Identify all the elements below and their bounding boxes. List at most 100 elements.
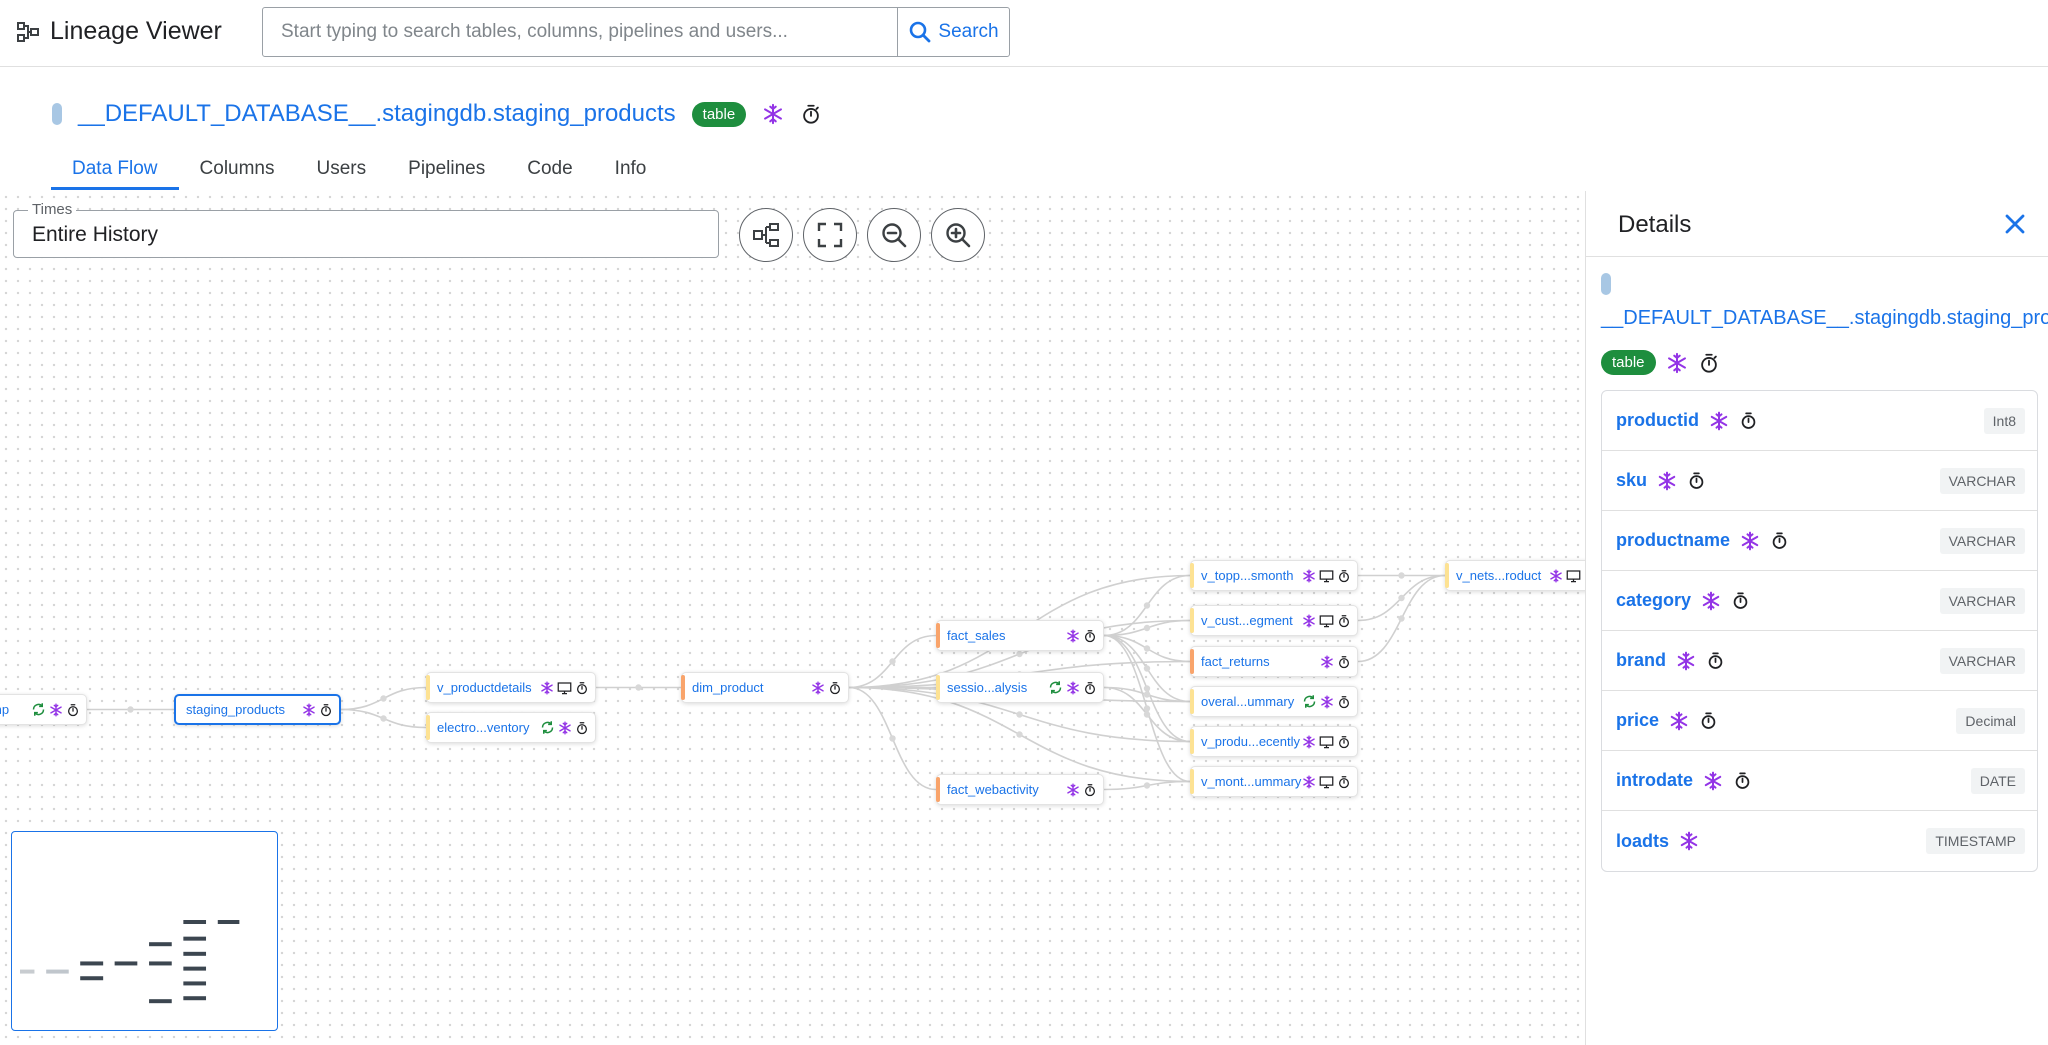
column-row[interactable]: price Decimal bbox=[1602, 691, 2037, 751]
column-name[interactable]: productid bbox=[1616, 410, 1699, 431]
column-icons bbox=[1676, 651, 1940, 671]
graph-node[interactable]: v_nets...roduct bbox=[1445, 560, 1585, 591]
minimap-node bbox=[217, 920, 240, 924]
snowflake-icon bbox=[1550, 568, 1562, 583]
node-accent bbox=[1190, 563, 1194, 588]
column-name[interactable]: category bbox=[1616, 590, 1691, 611]
timer-icon bbox=[67, 703, 79, 716]
graph-node[interactable]: electro...ventory bbox=[426, 712, 596, 743]
column-row[interactable]: category VARCHAR bbox=[1602, 571, 2037, 631]
graph-node[interactable]: overal...ummary bbox=[1190, 686, 1358, 717]
tab-columns[interactable]: Columns bbox=[179, 150, 296, 190]
graph-node[interactable]: sessio...alysis bbox=[936, 672, 1104, 703]
graph-node[interactable]: v_produ...ecently bbox=[1190, 726, 1358, 757]
tab-bar: Data Flow Columns Users Pipelines Code I… bbox=[51, 150, 667, 190]
graph-node[interactable]: v_topp...smonth bbox=[1190, 560, 1358, 591]
graph-node[interactable]: staging_products bbox=[174, 694, 341, 725]
search-input[interactable] bbox=[263, 8, 897, 56]
column-name[interactable]: loadts bbox=[1616, 831, 1669, 852]
node-accent bbox=[1190, 649, 1194, 674]
node-label: dim_product bbox=[692, 680, 764, 695]
node-label: v_nets...roduct bbox=[1456, 568, 1542, 583]
layout-button[interactable] bbox=[739, 208, 793, 262]
node-accent bbox=[1190, 729, 1194, 754]
column-name[interactable]: introdate bbox=[1616, 770, 1693, 791]
edge-dot bbox=[1143, 624, 1151, 632]
node-accent bbox=[1190, 769, 1194, 794]
graph-node[interactable]: fact_sales bbox=[936, 620, 1104, 651]
edge-dot bbox=[127, 706, 134, 713]
timer-icon bbox=[1701, 712, 1716, 729]
graph-node[interactable]: v_productdetails bbox=[426, 672, 596, 703]
node-accent bbox=[426, 715, 430, 740]
times-value: Entire History bbox=[32, 223, 159, 246]
graph-node[interactable]: v_mont...ummary bbox=[1190, 766, 1358, 797]
column-row[interactable]: sku VARCHAR bbox=[1602, 451, 2037, 511]
times-select[interactable]: Times Entire History bbox=[13, 201, 719, 258]
column-row[interactable]: introdate DATE bbox=[1602, 751, 2037, 811]
timer-icon bbox=[1338, 735, 1350, 748]
snowflake-icon bbox=[1321, 694, 1333, 709]
column-row[interactable]: brand VARCHAR bbox=[1602, 631, 2037, 691]
snowflake-icon bbox=[559, 720, 571, 735]
column-name[interactable]: brand bbox=[1616, 650, 1666, 671]
column-row[interactable]: productid Int8 bbox=[1602, 391, 2037, 451]
details-type-badge: table bbox=[1601, 350, 1656, 375]
minimap-node bbox=[183, 936, 207, 941]
zoom-out-button[interactable] bbox=[867, 208, 921, 262]
snowflake-icon bbox=[764, 103, 783, 125]
details-asset-link[interactable]: __DEFAULT_DATABASE__.stagingdb.staging_p… bbox=[1601, 307, 2048, 330]
column-type-badge: TIMESTAMP bbox=[1926, 828, 2025, 854]
node-accent bbox=[936, 623, 940, 648]
lineage-canvas[interactable]: Times Entire History mpstaging_productsv… bbox=[0, 191, 1585, 1045]
tab-users[interactable]: Users bbox=[296, 150, 388, 190]
search-icon bbox=[910, 21, 931, 43]
asset-type-pill bbox=[52, 103, 62, 125]
close-icon bbox=[2005, 214, 2025, 234]
node-accent bbox=[1190, 689, 1194, 714]
minimap-graph bbox=[20, 920, 240, 1004]
tab-pipelines[interactable]: Pipelines bbox=[387, 150, 506, 190]
monitor-icon bbox=[1319, 735, 1334, 748]
column-name[interactable]: productname bbox=[1616, 530, 1730, 551]
node-label: mp bbox=[0, 702, 10, 717]
graph-node[interactable]: fact_webactivity bbox=[936, 774, 1104, 805]
column-row[interactable]: loadts TIMESTAMP bbox=[1602, 811, 2037, 871]
asset-title-link[interactable]: __DEFAULT_DATABASE__.stagingdb.staging_p… bbox=[78, 100, 676, 128]
search-button[interactable]: Search bbox=[897, 8, 1009, 56]
node-icons bbox=[1302, 613, 1357, 628]
minimap[interactable] bbox=[11, 831, 278, 1031]
column-row[interactable]: productname VARCHAR bbox=[1602, 511, 2037, 571]
column-icons bbox=[1703, 771, 1971, 791]
snowflake-icon bbox=[812, 680, 824, 695]
zoom-in-button[interactable] bbox=[931, 208, 985, 262]
snowflake-icon bbox=[1067, 628, 1079, 643]
monitor-icon bbox=[1319, 775, 1334, 788]
column-type-badge: Decimal bbox=[1956, 707, 2025, 734]
graph-node[interactable]: dim_product bbox=[681, 672, 849, 703]
column-name[interactable]: price bbox=[1616, 710, 1659, 731]
node-icons bbox=[1320, 654, 1357, 669]
graph-node[interactable]: v_cust...egment bbox=[1190, 605, 1358, 636]
node-icons bbox=[1066, 782, 1103, 797]
tab-code[interactable]: Code bbox=[506, 150, 593, 190]
node-label: overal...ummary bbox=[1201, 694, 1295, 709]
timer-icon bbox=[1708, 652, 1723, 669]
node-icons bbox=[1048, 680, 1103, 695]
timer-icon bbox=[1689, 472, 1704, 489]
column-type-badge: VARCHAR bbox=[1939, 467, 2025, 494]
graph-node[interactable]: fact_returns bbox=[1190, 646, 1358, 677]
graph-node[interactable]: mp bbox=[0, 694, 87, 725]
app-logo[interactable]: Lineage Viewer bbox=[16, 17, 222, 46]
fit-view-button[interactable] bbox=[803, 208, 857, 262]
node-icons bbox=[31, 702, 86, 717]
tab-info[interactable]: Info bbox=[594, 150, 668, 190]
column-type-badge: Int8 bbox=[1983, 407, 2025, 434]
timer-icon bbox=[576, 721, 588, 734]
column-name[interactable]: sku bbox=[1616, 470, 1647, 491]
tab-data-flow[interactable]: Data Flow bbox=[51, 150, 179, 190]
close-button[interactable] bbox=[2001, 210, 2029, 243]
snowflake-icon bbox=[1321, 654, 1333, 669]
timer-icon bbox=[1733, 592, 1748, 609]
sync-icon bbox=[1049, 681, 1062, 694]
